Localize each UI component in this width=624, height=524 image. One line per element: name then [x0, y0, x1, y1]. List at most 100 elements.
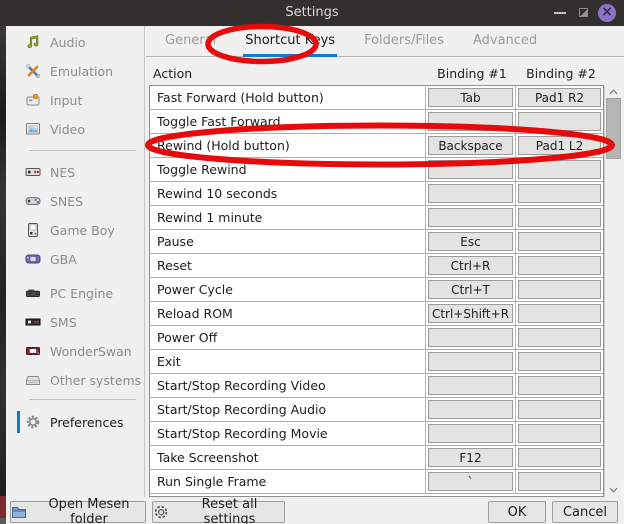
close-button[interactable]: × — [598, 4, 616, 22]
chevron-up-icon[interactable] — [606, 86, 621, 98]
binding1-button[interactable] — [428, 352, 513, 371]
binding1-cell — [426, 398, 516, 421]
action-cell: Toggle Fast Forward — [150, 110, 426, 133]
minimize-button[interactable] — [554, 12, 566, 14]
binding1-button[interactable]: Ctrl+Shift+R — [428, 304, 513, 323]
binding1-button[interactable] — [428, 184, 513, 203]
binding1-cell — [426, 158, 516, 181]
binding2-button[interactable] — [518, 184, 601, 203]
sidebar-item-label: SMS — [50, 315, 77, 330]
binding1-cell: Tab — [426, 86, 516, 109]
sidebar-item-audio[interactable]: Audio — [6, 33, 145, 51]
binding1-button[interactable]: ` — [428, 472, 513, 491]
binding2-button[interactable] — [518, 352, 601, 371]
sidebar-item-preferences[interactable]: Preferences — [6, 413, 145, 431]
binding1-button[interactable] — [428, 400, 513, 419]
sidebar-item-pc-engine[interactable]: PC Engine — [6, 284, 145, 302]
gear-icon — [25, 414, 41, 430]
column-header-action: Action — [153, 66, 192, 81]
binding2-button[interactable] — [518, 280, 601, 299]
sidebar-divider — [29, 150, 136, 151]
snes-controller-icon — [25, 193, 41, 209]
table-row: Reset Ctrl+R — [150, 254, 603, 278]
binding1-button[interactable] — [428, 112, 513, 131]
cancel-button[interactable]: Cancel — [552, 501, 618, 523]
table-row: Rewind 10 seconds — [150, 182, 603, 206]
scrollbar-thumb[interactable] — [606, 98, 621, 159]
action-cell: Toggle Rewind — [150, 158, 426, 181]
binding1-cell: F12 — [426, 446, 516, 469]
binding2-button[interactable] — [518, 160, 601, 179]
binding1-button[interactable] — [428, 424, 513, 443]
binding2-button[interactable] — [518, 328, 601, 347]
column-header-binding1: Binding #1 — [428, 66, 516, 81]
tab-advanced[interactable]: Advanced — [471, 26, 539, 57]
sidebar-item-emulation[interactable]: Emulation — [6, 62, 145, 80]
binding1-cell: Ctrl+R — [426, 254, 516, 277]
binding2-button[interactable] — [518, 112, 601, 131]
binding2-button[interactable] — [518, 376, 601, 395]
binding2-cell — [516, 182, 603, 205]
nes-controller-icon — [25, 164, 41, 180]
tab-shortcut-keys[interactable]: Shortcut Keys — [243, 26, 337, 57]
binding1-button[interactable] — [428, 208, 513, 227]
sidebar-item-wonderswan[interactable]: WonderSwan — [6, 342, 145, 360]
reset-icon — [153, 504, 169, 520]
binding2-button[interactable]: Pad1 L2 — [518, 136, 601, 155]
action-cell: Start/Stop Recording Video — [150, 374, 426, 397]
binding1-button[interactable]: F12 — [428, 448, 513, 467]
reset-all-settings-button[interactable]: Reset all settings — [152, 501, 285, 523]
binding2-button[interactable] — [518, 304, 601, 323]
action-cell: Start/Stop Recording Movie — [150, 422, 426, 445]
tab-folders-files[interactable]: Folders/Files — [362, 26, 446, 57]
table-row: Start/Stop Recording Audio — [150, 398, 603, 422]
binding2-button[interactable] — [518, 448, 601, 467]
sidebar-item-sms[interactable]: SMS — [6, 313, 145, 331]
table-row: Start/Stop Recording Movie — [150, 422, 603, 446]
binding2-cell — [516, 374, 603, 397]
table-row: Fast Forward (Hold button) Tab Pad1 R2 — [150, 86, 603, 110]
binding2-button[interactable] — [518, 232, 601, 251]
ok-button[interactable]: OK — [488, 501, 546, 523]
maximize-button[interactable] — [579, 8, 588, 17]
input-device-icon — [25, 92, 41, 108]
binding2-cell — [516, 254, 603, 277]
sidebar-item-snes[interactable]: SNES — [6, 192, 145, 210]
binding2-button[interactable] — [518, 400, 601, 419]
sidebar-item-video[interactable]: Video — [6, 120, 145, 138]
chevron-down-icon[interactable] — [606, 484, 621, 496]
binding1-button[interactable]: Backspace — [428, 136, 513, 155]
binding1-cell: Backspace — [426, 134, 516, 157]
binding1-button[interactable]: Esc — [428, 232, 513, 251]
sidebar-item-gba[interactable]: GBA — [6, 250, 145, 268]
binding1-cell — [426, 206, 516, 229]
binding2-button[interactable] — [518, 256, 601, 275]
open-mesen-folder-button[interactable]: Open Mesen folder — [10, 501, 146, 523]
sidebar-item-input[interactable]: Input — [6, 91, 145, 109]
action-cell: Rewind 10 seconds — [150, 182, 426, 205]
binding1-button[interactable] — [428, 376, 513, 395]
binding1-button[interactable] — [428, 160, 513, 179]
binding2-cell — [516, 470, 603, 493]
sidebar-item-label: PC Engine — [50, 286, 113, 301]
sidebar-item-nes[interactable]: NES — [6, 163, 145, 181]
binding1-button[interactable]: Ctrl+R — [428, 256, 513, 275]
vertical-scrollbar[interactable] — [604, 85, 621, 497]
column-header-binding2: Binding #2 — [517, 66, 605, 81]
binding2-cell: Pad1 R2 — [516, 86, 603, 109]
sms-console-icon — [25, 314, 41, 330]
video-display-icon — [25, 121, 41, 137]
binding1-button[interactable]: Ctrl+T — [428, 280, 513, 299]
action-cell: Exit — [150, 350, 426, 373]
binding1-button[interactable]: Tab — [428, 88, 513, 107]
desktop-edge-accent — [0, 496, 6, 518]
binding2-button[interactable] — [518, 208, 601, 227]
binding2-button[interactable] — [518, 424, 601, 443]
binding2-button[interactable]: Pad1 R2 — [518, 88, 601, 107]
binding2-button[interactable] — [518, 472, 601, 491]
tab-general[interactable]: General — [163, 26, 218, 57]
wonderswan-icon — [25, 343, 41, 359]
sidebar-item-other-systems[interactable]: Other systems — [6, 371, 145, 389]
binding1-button[interactable] — [428, 328, 513, 347]
sidebar-item-game-boy[interactable]: Game Boy — [6, 221, 145, 239]
